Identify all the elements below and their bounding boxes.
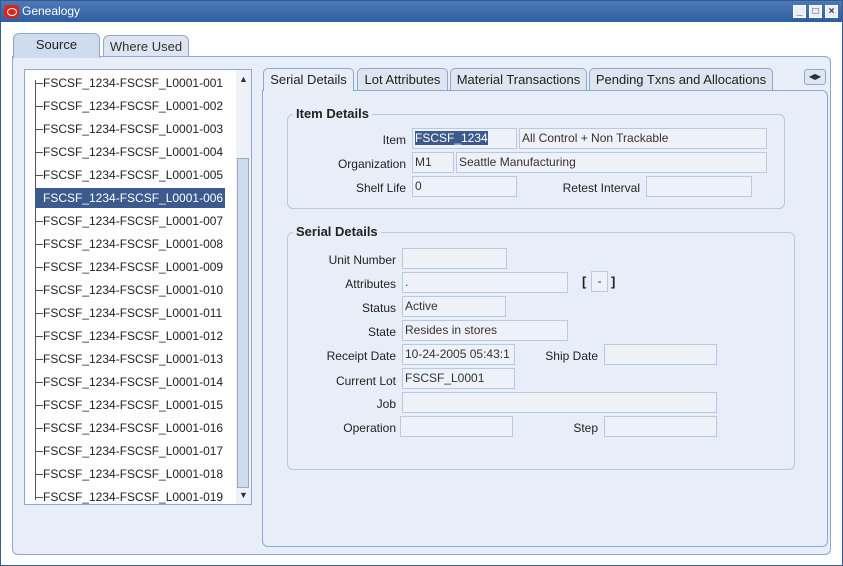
tree-item[interactable]: FSCSF_1234-FSCSF_L0001-003 (35, 119, 225, 139)
status-label: Status (361, 301, 396, 315)
item-details-title: Item Details (293, 106, 372, 121)
tab-material-transactions[interactable]: Material Transactions (450, 68, 587, 90)
state-field[interactable]: Resides in stores (402, 320, 568, 341)
organization-code-field[interactable]: M1 (412, 152, 454, 173)
tab-source[interactable]: Source (13, 33, 100, 58)
item-description-field[interactable]: All Control + Non Trackable (519, 128, 767, 149)
tab-lot-attributes[interactable]: Lot Attributes (357, 68, 448, 90)
job-field[interactable] (402, 392, 717, 413)
attributes-dff-field[interactable]: - (591, 271, 608, 292)
current-lot-label: Current Lot (335, 374, 396, 388)
item-label: Item (382, 133, 406, 147)
tree-item[interactable]: FSCSF_1234-FSCSF_L0001-008 (35, 234, 225, 254)
item-field[interactable]: FSCSF_1234 (412, 128, 517, 149)
oracle-logo-icon (4, 5, 19, 18)
tree-item[interactable]: FSCSF_1234-FSCSF_L0001-010 (35, 280, 225, 300)
receipt-date-label: Receipt Date (326, 349, 396, 363)
dff-left-bracket: [ (582, 274, 587, 289)
tree-item[interactable]: FSCSF_1234-FSCSF_L0001-017 (35, 441, 225, 461)
step-label: Step (573, 421, 598, 435)
dff-right-bracket: ] (611, 274, 616, 289)
organization-label: Organization (337, 157, 406, 171)
tree-item[interactable]: FSCSF_1234-FSCSF_L0001-007 (35, 211, 225, 231)
job-label: Job (376, 397, 396, 411)
genealogy-tree[interactable]: FSCSF_1234-FSCSF_L0001-001 FSCSF_1234-FSC… (24, 69, 252, 505)
shelf-life-field[interactable]: 0 (412, 176, 517, 197)
tree-item[interactable]: FSCSF_1234-FSCSF_L0001-019 (35, 487, 225, 504)
maximize-icon[interactable]: □ (809, 5, 822, 18)
tree-item[interactable]: FSCSF_1234-FSCSF_L0001-002 (35, 96, 225, 116)
ship-date-label: Ship Date (545, 349, 598, 363)
receipt-date-field[interactable]: 10-24-2005 05:43:1 (402, 344, 515, 365)
tree-item[interactable]: FSCSF_1234-FSCSF_L0001-009 (35, 257, 225, 277)
unit-number-field[interactable] (402, 248, 507, 269)
attributes-label: Attributes (345, 277, 396, 291)
tree-item[interactable]: FSCSF_1234-FSCSF_L0001-015 (35, 395, 225, 415)
operation-label: Operation (343, 421, 396, 435)
tree-item[interactable]: FSCSF_1234-FSCSF_L0001-012 (35, 326, 225, 346)
operation-field[interactable] (400, 416, 513, 437)
ship-date-field[interactable] (604, 344, 717, 365)
tab-where-used[interactable]: Where Used (103, 35, 189, 57)
window-title: Genealogy (22, 4, 81, 18)
tree-item[interactable]: FSCSF_1234-FSCSF_L0001-013 (35, 349, 225, 369)
scroll-down-icon[interactable]: ▼ (236, 488, 251, 502)
tree-item[interactable]: FSCSF_1234-FSCSF_L0001-014 (35, 372, 225, 392)
tree-item[interactable]: FSCSF_1234-FSCSF_L0001-004 (35, 142, 225, 162)
tab-pending-txns[interactable]: Pending Txns and Allocations (589, 68, 773, 90)
serial-details-title: Serial Details (293, 224, 381, 239)
tab-serial-details[interactable]: Serial Details (263, 68, 354, 91)
tree-item[interactable]: FSCSF_1234-FSCSF_L0001-005 (35, 165, 225, 185)
scroll-thumb[interactable] (237, 158, 249, 488)
tree-scrollbar[interactable]: ▲ ▼ (236, 70, 251, 504)
organization-name-field[interactable]: Seattle Manufacturing (456, 152, 767, 173)
state-label: State (367, 325, 396, 339)
shelf-life-label: Shelf Life (355, 181, 406, 195)
retest-interval-label: Retest Interval (562, 181, 640, 195)
scroll-up-icon[interactable]: ▲ (236, 72, 251, 86)
title-bar[interactable]: Genealogy _ □ × (1, 1, 842, 22)
tree-item[interactable]: FSCSF_1234-FSCSF_L0001-016 (35, 418, 225, 438)
status-field[interactable]: Active (402, 296, 506, 317)
close-icon[interactable]: × (825, 5, 838, 18)
tree-item[interactable]: FSCSF_1234-FSCSF_L0001-001 (35, 73, 225, 93)
tab-scroll-arrows-icon[interactable]: ◀▶ (804, 69, 826, 85)
attributes-field[interactable]: . (402, 272, 568, 293)
unit-number-label: Unit Number (328, 253, 396, 267)
tree-item[interactable]: FSCSF_1234-FSCSF_L0001-006 (35, 188, 226, 208)
current-lot-field[interactable]: FSCSF_L0001 (402, 368, 515, 389)
step-field[interactable] (604, 416, 717, 437)
minimize-icon[interactable]: _ (793, 5, 806, 18)
retest-interval-field[interactable] (646, 176, 752, 197)
tree-item[interactable]: FSCSF_1234-FSCSF_L0001-011 (35, 303, 224, 323)
tree-item[interactable]: FSCSF_1234-FSCSF_L0001-018 (35, 464, 225, 484)
